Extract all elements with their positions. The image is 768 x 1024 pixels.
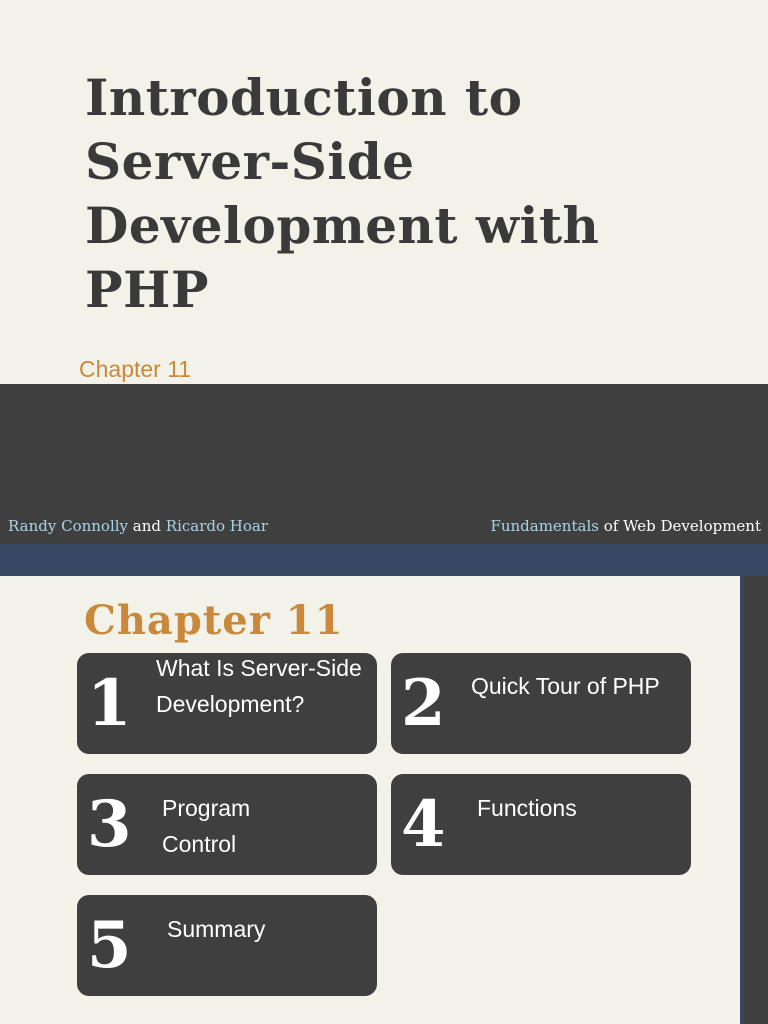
toc-card-3[interactable]: 3 Program Control: [77, 774, 377, 875]
toc-card-number: 5: [87, 907, 132, 983]
book-title-line: Fundamentals of Web Development: [490, 517, 761, 535]
toc-card-number: 2: [401, 665, 446, 741]
slide-divider-band: [0, 544, 768, 576]
toc-card-5[interactable]: 5 Summary: [77, 895, 377, 996]
slide-subtitle: Chapter 11: [79, 356, 192, 382]
toc-card-number: 4: [401, 786, 446, 862]
title-slide: Introduction to Server-Side Development …: [0, 0, 768, 384]
author-join: and: [132, 517, 162, 535]
toc-card-label: Quick Tour of PHP: [471, 673, 660, 699]
toc-card-2[interactable]: 2 Quick Tour of PHP: [391, 653, 691, 754]
toc-heading: Chapter 11: [84, 597, 344, 644]
book-title-highlight: Fundamentals: [490, 517, 599, 535]
toc-card-label: Summary: [167, 916, 266, 942]
author-name: Randy Connolly: [8, 517, 129, 535]
toc-card-number: 1: [87, 665, 132, 741]
authors-line: Randy Connolly and Ricardo Hoar: [8, 517, 268, 535]
toc-card-label: Functions: [477, 795, 577, 821]
toc-card-number: 3: [87, 786, 132, 862]
author-name: Ricardo Hoar: [165, 517, 269, 535]
toc-card-label: Program Control: [162, 795, 251, 857]
toc-card-1[interactable]: 1 What Is Server-Side Development?: [77, 653, 377, 754]
toc-card-4[interactable]: 4 Functions: [391, 774, 691, 875]
toc-card-label: What Is Server-Side Development?: [156, 655, 362, 717]
toc-side-bar: [744, 576, 768, 1024]
book-title-rest: of Web Development: [603, 517, 761, 535]
slide-title: Introduction to Server-Side Development …: [85, 68, 600, 319]
